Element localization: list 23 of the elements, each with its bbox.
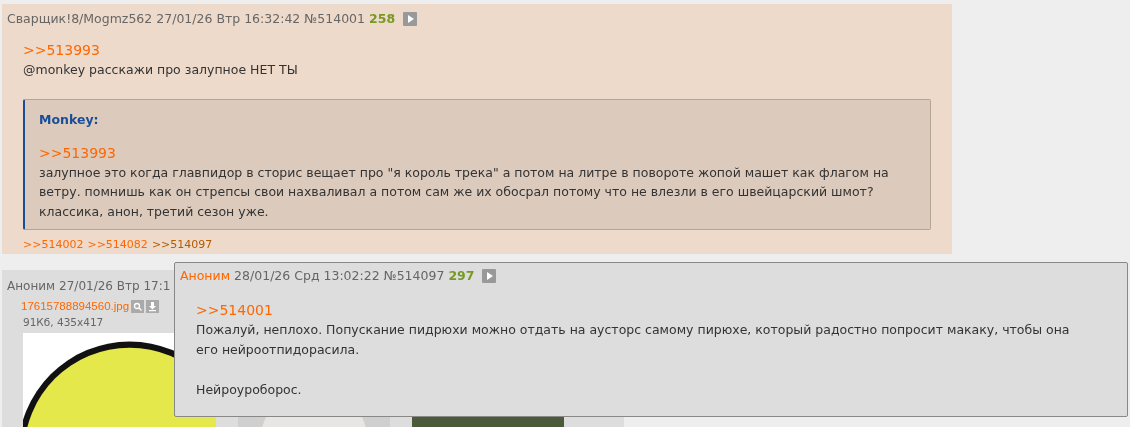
backlink[interactable]: >>514082 bbox=[87, 238, 148, 253]
file-info: 91Кб, 435x417 bbox=[22, 315, 105, 329]
file-link[interactable]: 17615788894560.jpg bbox=[21, 298, 130, 316]
post-text: Пожалуй, неплохо. Попускание пидрюхи можно отдать на аусторс самому пирюхе, который радостно попросит макаку, чтобы она его нейроотпидорасила. bbox=[196, 320, 1071, 359]
reply-link[interactable]: >>513993 bbox=[23, 39, 931, 60]
post-date: 27/01/26 Втр 17:1 bbox=[59, 278, 171, 295]
post-text: Нейроуроборос. bbox=[196, 380, 303, 399]
post-date: 27/01/26 Втр 16:32:42 bbox=[156, 10, 301, 28]
quote-author: Monkey: bbox=[39, 110, 100, 129]
post-author: Аноним bbox=[180, 267, 231, 285]
post-reply-count: 297 bbox=[448, 267, 475, 285]
post-text: @monkey расскажи про залупное НЕТ ТЫ bbox=[23, 60, 299, 79]
reply-link[interactable]: >>514001 bbox=[196, 299, 1087, 320]
post-number[interactable]: №514001 bbox=[304, 10, 366, 29]
post-reply-count: 258 bbox=[369, 10, 396, 28]
post-date: 28/01/26 Срд 13:02:22 bbox=[234, 267, 380, 285]
post-author: Сварщик!8/Mogmz562 bbox=[7, 10, 153, 28]
reply-link[interactable]: >>513993 bbox=[39, 142, 916, 163]
backlink[interactable]: >>514097 bbox=[151, 238, 213, 253]
backlink[interactable]: >>514002 bbox=[23, 238, 84, 253]
post-author: Аноним bbox=[7, 278, 56, 295]
quote-text: залупное это когда главпидор в сторис вещает про "я король трека" а потом на литре в повороте жопой машет как флагом на ветру. помнишь как он стрепсы свои нахваливал а потом сам же их обосрал потому что не влезли в его швейцарский шмот? классика, анон, третий сезон уже. bbox=[39, 163, 890, 221]
post-number[interactable]: №514097 bbox=[383, 267, 445, 286]
